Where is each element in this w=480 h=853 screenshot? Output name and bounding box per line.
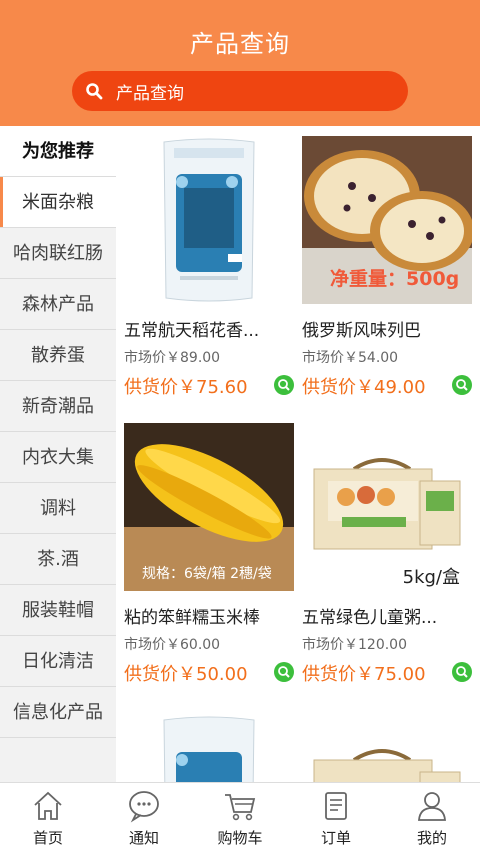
category-sidebar: 为您推荐 米面杂粮 哈肉联红肠 森林产品 散养蛋 新奇潮品 内衣大集 调料 茶.… — [0, 126, 116, 782]
category-item[interactable]: 米面杂粮 — [0, 177, 116, 228]
product-image-partial[interactable] — [302, 714, 472, 782]
category-item[interactable]: 信息化产品 — [0, 687, 116, 738]
category-item[interactable]: 服装鞋帽 — [0, 585, 116, 636]
tab-cart[interactable]: 购物车 — [192, 783, 288, 853]
user-icon — [418, 792, 446, 821]
home-icon — [34, 791, 62, 820]
add-to-cart-button[interactable] — [274, 375, 294, 395]
app-header: 产品查询 产品查询 — [0, 0, 480, 126]
category-item[interactable]: 日化清洁 — [0, 636, 116, 687]
add-to-cart-button[interactable] — [452, 662, 472, 682]
cart-add-icon — [456, 379, 468, 391]
product-card[interactable]: 净重量：500g 俄罗斯风味列巴 市场价￥54.00 供货价￥49.00 — [302, 136, 474, 399]
tab-label: 我的 — [416, 829, 447, 847]
add-to-cart-button[interactable] — [452, 375, 472, 395]
product-card[interactable]: 规格：6袋/箱 2穗/袋 粘的笨鲜糯玉米棒 市场价￥60.00 供货价￥50.0… — [124, 423, 296, 686]
cart-add-icon — [456, 666, 468, 678]
market-price: 市场价￥54.00 — [302, 350, 399, 366]
cart-add-icon — [278, 666, 290, 678]
supply-price: 供货价￥75.60 — [124, 377, 248, 398]
market-price: 市场价￥89.00 — [124, 350, 221, 366]
market-price: 市场价￥120.00 — [302, 637, 407, 653]
category-item[interactable]: 哈肉联红肠 — [0, 228, 116, 279]
product-image-corn[interactable]: 规格：6袋/箱 2穗/袋 — [124, 423, 294, 591]
product-card[interactable]: 五常航天稻花香... 市场价￥89.00 供货价￥75.60 — [124, 136, 296, 399]
product-image-partial[interactable] — [124, 714, 294, 782]
product-card[interactable] — [302, 714, 474, 782]
chat-bubble-icon — [129, 791, 159, 823]
product-image-rice[interactable] — [124, 136, 294, 304]
porridge-box-image — [302, 714, 472, 782]
product-name[interactable]: 粘的笨鲜糯玉米棒 — [124, 603, 284, 628]
search-icon — [86, 83, 103, 100]
search-placeholder[interactable]: 产品查询 — [116, 79, 184, 104]
category-item[interactable]: 散养蛋 — [0, 330, 116, 381]
product-name[interactable]: 五常航天稻花香... — [124, 316, 284, 341]
bread-weight-caption: 净重量：500g — [330, 268, 460, 290]
supply-price: 供货价￥75.00 — [302, 664, 426, 685]
tab-orders[interactable]: 订单 — [288, 783, 384, 853]
rice-bag-image — [124, 136, 294, 304]
category-item[interactable]: 调料 — [0, 483, 116, 534]
tab-label: 首页 — [32, 829, 63, 847]
cart-add-icon — [278, 379, 290, 391]
category-item[interactable]: 森林产品 — [0, 279, 116, 330]
tab-mine[interactable]: 我的 — [384, 783, 480, 853]
category-recommended[interactable]: 为您推荐 — [0, 126, 116, 177]
add-to-cart-button[interactable] — [274, 662, 294, 682]
product-name[interactable]: 五常绿色儿童粥... — [302, 603, 462, 628]
tab-label: 购物车 — [217, 829, 263, 847]
order-document-icon — [325, 792, 347, 820]
shopping-cart-icon — [225, 794, 256, 821]
tab-label: 订单 — [320, 829, 351, 847]
page-title: 产品查询 — [190, 30, 290, 58]
bottom-tab-bar: 首页 通知 购物车 订单 我的 — [0, 782, 480, 853]
search-bar[interactable]: 产品查询 — [72, 71, 408, 111]
product-image-bread[interactable]: 净重量：500g — [302, 136, 472, 304]
product-name[interactable]: 俄罗斯风味列巴 — [302, 316, 462, 341]
category-item[interactable]: 内衣大集 — [0, 432, 116, 483]
tab-notice[interactable]: 通知 — [96, 783, 192, 853]
market-price: 市场价￥60.00 — [124, 637, 221, 653]
corn-spec-caption: 规格：6袋/箱 2穗/袋 — [142, 566, 272, 582]
category-item[interactable]: 新奇潮品 — [0, 381, 116, 432]
porridge-weight-caption: 5kg/盒 — [402, 567, 460, 588]
supply-price: 供货价￥49.00 — [302, 377, 426, 398]
product-card[interactable] — [124, 714, 296, 782]
supply-price: 供货价￥50.00 — [124, 664, 248, 685]
category-item[interactable]: 茶.酒 — [0, 534, 116, 585]
tab-home[interactable]: 首页 — [0, 783, 96, 853]
product-image-porridge[interactable]: 5kg/盒 — [302, 423, 472, 591]
rice-bag-image — [124, 714, 294, 782]
product-card[interactable]: 5kg/盒 五常绿色儿童粥... 市场价￥120.00 供货价￥75.00 — [302, 423, 474, 686]
tab-label: 通知 — [128, 829, 159, 847]
product-grid: 五常航天稻花香... 市场价￥89.00 供货价￥75.60 净重量：500g … — [116, 126, 480, 782]
